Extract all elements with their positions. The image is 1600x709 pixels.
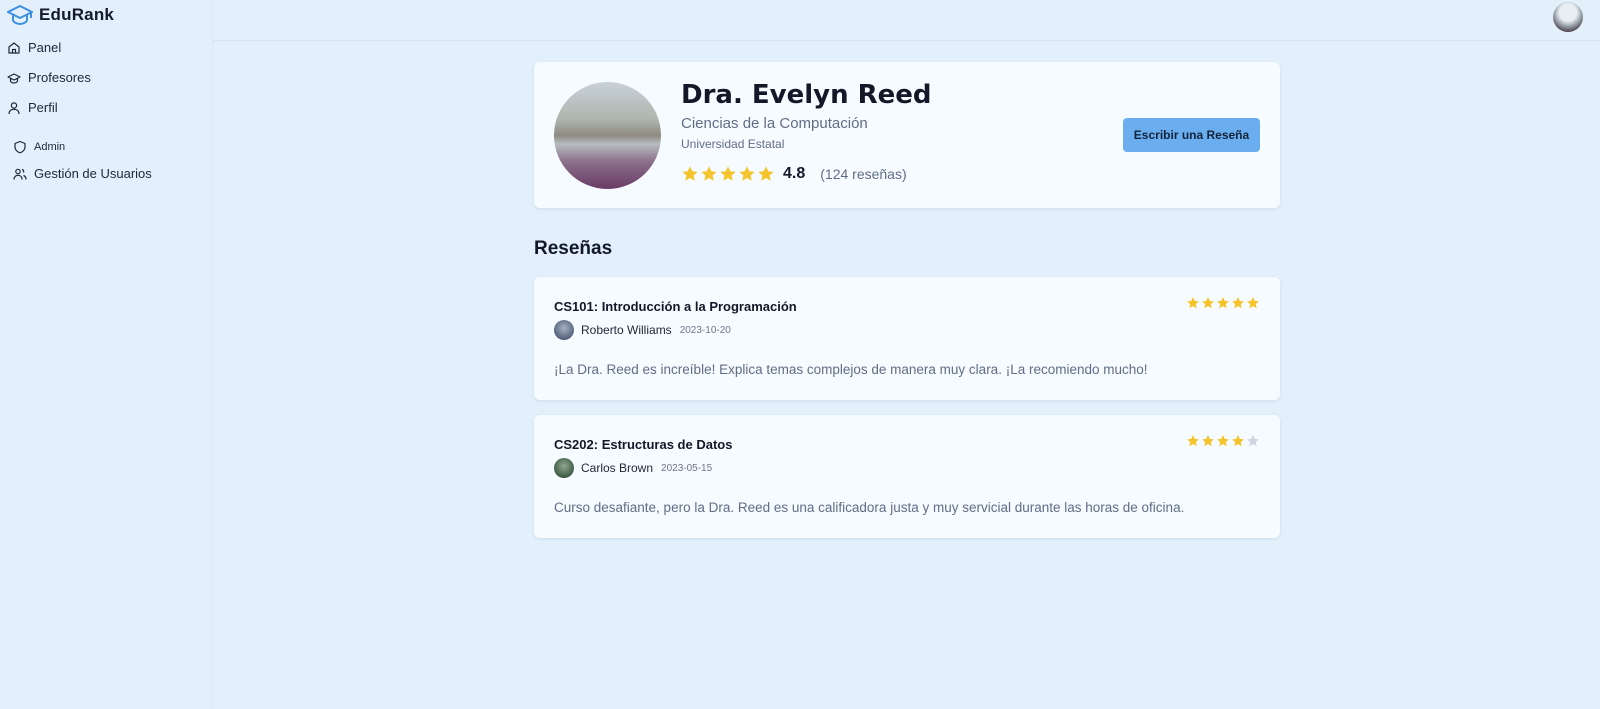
- sidebar-item-label: Admin: [34, 141, 66, 153]
- review-course: CS101: Introducción a la Programación: [554, 299, 797, 314]
- brand-name: EduRank: [39, 5, 115, 24]
- star-filled-icon: [682, 166, 698, 181]
- sidebar-item-user-management[interactable]: Gestión de Usuarios: [13, 166, 152, 181]
- star-filled-icon: [1187, 297, 1199, 309]
- home-icon: [8, 41, 20, 54]
- write-review-button[interactable]: Escribir una Reseña: [1123, 118, 1260, 152]
- review-date: 2023-10-20: [679, 324, 731, 336]
- review-course: CS202: Estructuras de Datos: [554, 437, 733, 452]
- review-stars: [1186, 434, 1260, 448]
- rating-value: 4.8: [783, 165, 806, 182]
- sidebar-item-admin[interactable]: Admin: [13, 140, 65, 154]
- star-filled-icon: [1247, 297, 1259, 309]
- star-filled-icon: [1187, 435, 1199, 447]
- shield-icon: [14, 140, 26, 154]
- graduation-cap-icon: [7, 72, 21, 84]
- sidebar-item-label: Gestión de Usuarios: [34, 166, 152, 181]
- star-filled-icon: [1202, 297, 1214, 309]
- review-card: CS101: Introducción a la Programación Ro…: [534, 277, 1280, 400]
- professor-rating: 4.8 (124 reseñas): [681, 165, 907, 183]
- reviewer-avatar: [554, 320, 574, 340]
- sidebar-item-panel[interactable]: Panel: [7, 40, 61, 55]
- reviewer-name: Carlos Brown: [581, 461, 654, 475]
- review-text: Curso desafiante, pero la Dra. Reed es u…: [554, 500, 1185, 515]
- star-filled-icon: [1202, 435, 1214, 447]
- user-icon: [8, 101, 20, 114]
- review-count: (124 reseñas): [820, 166, 907, 182]
- star-filled-icon: [1232, 297, 1244, 309]
- reviews-section-title: Reseñas: [534, 238, 613, 259]
- star-empty-icon: [1247, 435, 1259, 447]
- review-card: CS202: Estructuras de Datos Carlos Brown…: [534, 415, 1280, 538]
- reviewer: Roberto Williams 2023-10-20: [554, 320, 731, 340]
- brand[interactable]: EduRank: [7, 4, 114, 26]
- professor-university: Universidad Estatal: [681, 137, 785, 151]
- review-stars: [1186, 296, 1260, 310]
- sidebar-item-professors[interactable]: Profesores: [7, 70, 91, 85]
- star-filled-icon: [701, 166, 717, 181]
- reviewer: Carlos Brown 2023-05-15: [554, 458, 712, 478]
- graduation-cap-icon: [7, 5, 33, 26]
- reviewer-avatar: [554, 458, 574, 478]
- professor-photo: [554, 82, 661, 189]
- professor-profile-card: Dra. Evelyn Reed Ciencias de la Computac…: [534, 62, 1280, 208]
- users-icon: [13, 168, 27, 180]
- star-filled-icon: [1217, 297, 1229, 309]
- star-filled-icon: [1217, 435, 1229, 447]
- rating-stars: [681, 165, 775, 183]
- star-filled-icon: [758, 166, 774, 181]
- avatar[interactable]: [1553, 2, 1583, 32]
- review-text: ¡La Dra. Reed es increíble! Explica tema…: [554, 362, 1148, 377]
- sidebar-item-label: Panel: [28, 40, 62, 55]
- sidebar-item-label: Profesores: [28, 70, 91, 85]
- sidebar-item-label: Perfil: [28, 100, 58, 115]
- reviewer-name: Roberto Williams: [581, 323, 672, 337]
- star-filled-icon: [1232, 435, 1244, 447]
- star-filled-icon: [739, 166, 755, 181]
- professor-department: Ciencias de la Computación: [681, 115, 868, 132]
- review-date: 2023-05-15: [661, 462, 713, 474]
- sidebar: EduRank Panel Profesores Perfil Admin Ge…: [0, 0, 213, 709]
- top-bar: [213, 0, 1600, 41]
- sidebar-item-profile[interactable]: Perfil: [7, 100, 58, 115]
- professor-name: Dra. Evelyn Reed: [681, 80, 932, 110]
- star-filled-icon: [720, 166, 736, 181]
